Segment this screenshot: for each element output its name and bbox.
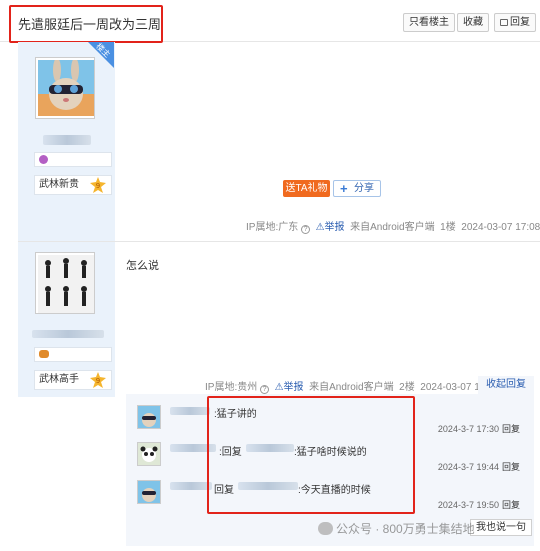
wechat-icon [318, 522, 333, 535]
floor1-user-panel: 武林新贵 9 [18, 42, 115, 242]
reply-avatar[interactable] [137, 405, 161, 429]
warning-icon: ⚠ [274, 382, 284, 393]
floor2-user-panel: 武林高手 9 [18, 242, 115, 397]
rank-level-badge-icon: 9 [90, 177, 106, 200]
rabbit-avatar-icon [138, 406, 160, 428]
reply3-reply-link[interactable]: 回复 [502, 500, 520, 510]
floor1-rank-name: 武林新贵 [39, 179, 79, 190]
share-button[interactable]: + 分享 [333, 180, 381, 197]
dancers-avatar-icon [38, 255, 94, 313]
help-icon: ? [301, 225, 311, 234]
watermark: 公众号 · 800万勇士集结地 [318, 520, 475, 537]
floor2-username-blurred [32, 330, 104, 338]
floor2-rank: 武林高手 9 [34, 370, 112, 390]
floor1-time: 2024-03-07 17:08 [461, 222, 540, 233]
floor1-report-link[interactable]: 举报 [325, 222, 345, 233]
floor2-post-content: 怎么说 [126, 260, 159, 272]
user-badge-icon [39, 350, 49, 358]
share-label: 分享 [354, 183, 374, 194]
thread-header: 先遣服廷后一周改为三周 只看楼主 收藏 回复 [0, 0, 540, 43]
floor2-floor: 2楼 [399, 382, 415, 393]
user-badge-icon [39, 155, 48, 164]
floor2-ip: IP属地:贵州 [205, 382, 258, 393]
floor1-floor: 1楼 [440, 222, 456, 233]
reply2-reply-link[interactable]: 回复 [502, 462, 520, 472]
floor2-avatar[interactable] [35, 252, 95, 314]
title-annotation-box [9, 5, 163, 43]
floor2-client: 来自Android客户端 [309, 382, 394, 393]
floor2-rank-level: 9 [96, 377, 100, 385]
floor2-rank-name: 武林高手 [39, 374, 79, 385]
replies-annotation-box [207, 396, 415, 514]
floor1-icon-box [34, 152, 112, 167]
floor1-rank: 武林新贵 9 [34, 175, 112, 195]
reply1-username-blurred [170, 407, 210, 415]
help-icon: ? [260, 385, 270, 394]
reply-button[interactable]: 回复 [494, 13, 536, 32]
floor1-username-blurred [43, 135, 91, 145]
floor2-report-link[interactable]: 举报 [284, 382, 304, 393]
reply3-meta: 2024-3-7 19:50 回复 [438, 498, 520, 511]
only-owner-button[interactable]: 只看楼主 [403, 13, 455, 32]
reply1-time: 2024-3-7 17:30 [437, 424, 499, 434]
send-gift-button[interactable]: 送TA礼物 [283, 180, 330, 197]
comment-icon [500, 19, 508, 26]
floor1-ip: IP属地:广东 [246, 222, 299, 233]
reply1-reply-link[interactable]: 回复 [502, 424, 520, 434]
panda-avatar-icon [138, 443, 160, 465]
reply2-time: 2024-3-7 19:44 [437, 462, 499, 472]
watermark-text: 公众号 · 800万勇士集结地 [336, 522, 475, 536]
reply1-meta: 2024-3-7 17:30 回复 [438, 422, 520, 435]
rank-level-badge-icon: 9 [90, 372, 106, 395]
reply3-time: 2024-3-7 19:50 [437, 500, 499, 510]
floor2-icon-box [34, 347, 112, 362]
floor1-meta: IP属地:广东 ? ⚠举报 来自Android客户端 1楼 2024-03-07… [246, 218, 540, 234]
floor2-meta: IP属地:贵州 ? ⚠举报 来自Android客户端 2楼 2024-03-07… [205, 378, 499, 394]
reply3-username-blurred [170, 482, 212, 490]
rabbit-avatar-icon [38, 58, 94, 116]
reply-avatar[interactable] [137, 480, 161, 504]
reply-avatar[interactable] [137, 442, 161, 466]
reply2-meta: 2024-3-7 19:44 回复 [438, 460, 520, 473]
rabbit-avatar-icon [138, 481, 160, 503]
floor1-avatar[interactable] [35, 57, 95, 119]
floor1-rank-level: 9 [96, 182, 100, 190]
collapse-replies-tab[interactable]: 收起回复 [478, 376, 534, 394]
favorite-button[interactable]: 收藏 [457, 13, 489, 32]
reply-button-label: 回复 [510, 17, 530, 28]
plus-icon: + [340, 181, 348, 196]
warning-icon: ⚠ [315, 222, 325, 233]
i-also-say-button[interactable]: 我也说一句 [470, 519, 532, 536]
floor1-client: 来自Android客户端 [350, 222, 435, 233]
